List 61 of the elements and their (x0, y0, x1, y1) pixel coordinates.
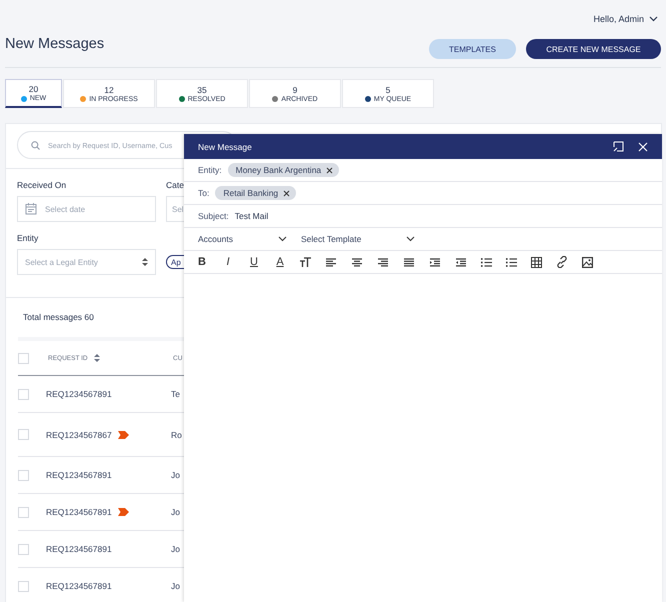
bold-button[interactable]: B (196, 256, 208, 268)
justify-icon[interactable] (403, 258, 415, 266)
checkbox[interactable] (18, 470, 29, 480)
table-cell: Te (171, 389, 180, 399)
chevron-down-icon (278, 236, 287, 242)
table-cell: Jo (171, 470, 180, 480)
request-id: REQ1234567891 (46, 544, 112, 554)
table-cell: Jo (171, 581, 180, 591)
underline-button[interactable]: U (248, 256, 260, 268)
minimize-icon[interactable] (613, 141, 624, 152)
align-left-icon[interactable] (325, 258, 337, 266)
align-center-icon[interactable] (351, 258, 363, 266)
checkbox[interactable] (18, 352, 29, 364)
align-right-icon[interactable] (377, 258, 389, 266)
request-id: REQ1234567891 (46, 470, 112, 480)
total-messages: Total messages 60 (22, 311, 95, 324)
field-label: Entity: (198, 165, 222, 175)
outdent-icon[interactable] (455, 258, 467, 266)
dropdown[interactable]: Select Template (301, 234, 415, 244)
field-label: Entity (17, 233, 38, 245)
bulleted-list-icon[interactable] (481, 258, 492, 266)
field-label: Received On (17, 180, 66, 192)
request-id: REQ1234567891 (46, 507, 112, 517)
checkbox[interactable] (18, 544, 29, 554)
sort-icon (142, 258, 148, 266)
page-title: New Messages (5, 36, 104, 52)
numbered-list-icon[interactable] (506, 258, 517, 266)
italic-button[interactable]: I (222, 256, 234, 268)
close-icon[interactable] (326, 166, 334, 174)
chevron-down-icon (406, 236, 415, 242)
text-size-icon[interactable] (300, 257, 311, 267)
calendar-icon (25, 203, 37, 215)
table-cell: Jo (171, 507, 180, 517)
sort-icon (94, 354, 100, 362)
request-id: REQ1234567891 (46, 581, 112, 591)
image-icon[interactable] (582, 256, 593, 268)
templates-button[interactable]: TEMPLATES (429, 39, 516, 59)
table-icon[interactable] (531, 256, 542, 268)
search-icon (31, 140, 40, 150)
request-id: REQ1234567891 (46, 389, 112, 399)
user-menu[interactable]: Hello, Admin (593, 11, 658, 26)
recipient-chip[interactable]: Money Bank Argentina (228, 163, 340, 177)
table-cell: Jo (171, 544, 180, 554)
indent-icon[interactable] (429, 258, 441, 266)
create-message-button[interactable]: CREATE NEW MESSAGE (526, 39, 661, 59)
checkbox[interactable] (18, 580, 29, 592)
field-label: To: (198, 188, 210, 198)
recipient-chip[interactable]: Retail Banking (215, 186, 296, 200)
close-icon[interactable] (283, 190, 290, 196)
subject-field[interactable]: Test Mail (234, 211, 268, 221)
request-id: REQ1234567867 (46, 430, 112, 440)
dropdown[interactable]: Accounts (198, 234, 287, 244)
field-label: Cate (166, 180, 184, 192)
checkbox[interactable] (18, 506, 29, 518)
field-label: Subject: (198, 211, 229, 221)
link-icon[interactable] (556, 256, 568, 268)
checkbox[interactable] (18, 429, 29, 440)
chevron-down-icon (649, 16, 658, 22)
table-cell: Ro (171, 430, 182, 440)
font-color-button[interactable]: A (274, 256, 286, 268)
checkbox[interactable] (18, 388, 29, 400)
